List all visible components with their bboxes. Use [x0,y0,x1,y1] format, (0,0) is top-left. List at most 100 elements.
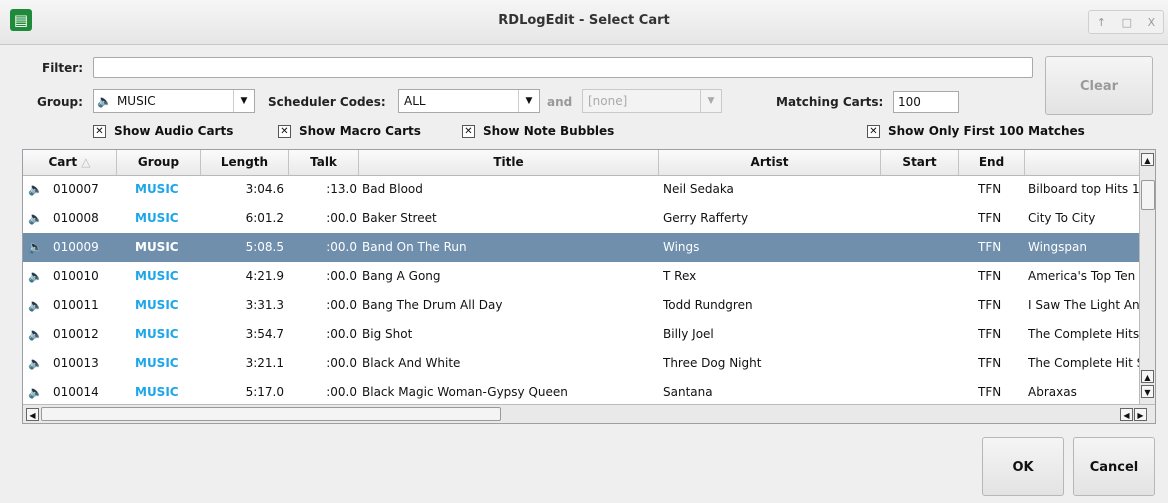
cell-artist: Billy Joel [663,327,714,341]
table-row[interactable]: 🔈 010008 MUSIC 6:01.2:00.0 Baker Street Gerry… [23,204,1139,233]
show-audio-carts-label: Show Audio Carts [114,124,234,138]
speaker-icon: 🔈 [28,385,43,399]
table-row[interactable]: 🔈 010013 MUSIC 3:21.1:00.0 Black And White Th… [23,349,1139,378]
show-note-bubbles-checkbox[interactable]: ✕ Show Note Bubbles [462,124,614,138]
col-group[interactable]: Group [117,150,201,175]
cell-end: TFN [978,269,1002,283]
cell-start [883,378,957,407]
group-select[interactable]: 🔈 MUSIC ▼ [93,89,255,113]
cell-end: TFN [978,182,1002,196]
cell-cart: 010014 [53,385,99,399]
cell-talk: :00.0 [326,327,357,341]
clear-button[interactable]: Clear [1045,56,1153,115]
cell-artist: Neil Sedaka [663,182,734,196]
cell-title: Black Magic Woman-Gypsy Queen [362,385,568,399]
show-audio-carts-checkbox[interactable]: ✕ Show Audio Carts [93,124,233,138]
cell-cart: 010010 [53,269,99,283]
cell-talk: :13.0 [326,182,357,196]
cell-group: MUSIC [135,269,179,283]
checkbox-checked-icon: ✕ [462,124,475,138]
table-row[interactable]: 🔈 010012 MUSIC 3:54.7:00.0 Big Shot Billy Joe… [23,320,1139,349]
scroll-left-icon[interactable]: ◀ [1120,408,1133,421]
vertical-scroll-thumb[interactable] [1141,180,1155,210]
chevron-down-icon: ▼ [700,90,721,112]
table-header: Cart △ Group Length Talk Title Artist St… [23,150,1139,176]
cell-group: MUSIC [135,298,179,312]
matching-carts-field[interactable]: 100 [893,91,959,113]
horizontal-scrollbar[interactable]: ◀ ◀ ▶ [23,404,1155,423]
cell-group: MUSIC [135,327,179,341]
cell-cart: 010009 [53,240,99,254]
cell-title: Bang A Gong [362,269,441,283]
cell-title: Black And White [362,356,461,370]
col-cart[interactable]: Cart △ [23,150,117,175]
cell-length: 5:17.0 [245,385,284,399]
cell-group: MUSIC [135,356,179,370]
col-album[interactable] [1025,150,1139,175]
table-row[interactable]: 🔈 010009 MUSIC 5:08.5:00.0 Band On The Run Wi… [23,233,1139,262]
speaker-icon: 🔈 [28,182,43,196]
scroll-right-icon[interactable]: ▶ [1134,408,1147,421]
cart-table[interactable]: Cart △ Group Length Talk Title Artist St… [22,149,1156,424]
cell-artist: T Rex [663,269,697,283]
ok-button[interactable]: OK [982,437,1064,496]
checkbox-checked-icon: ✕ [278,124,291,138]
col-artist[interactable]: Artist [659,150,881,175]
col-talk[interactable]: Talk [289,150,359,175]
cell-album: America's Top Ten [1028,269,1136,283]
show-note-bubbles-label: Show Note Bubbles [483,124,615,138]
cell-start [883,320,957,349]
table-row[interactable]: 🔈 010014 MUSIC 5:17.0 :00.0 Black Magic Woman… [23,378,1139,407]
and-label: and [547,95,573,109]
col-start[interactable]: Start [881,150,959,175]
cancel-button[interactable]: Cancel [1073,437,1155,496]
table-row[interactable]: 🔈 010010 MUSIC 4:21.9:00.0 Bang A Gong T Rex T… [23,262,1139,291]
cell-talk: :00.0 [326,298,357,312]
maximize-icon[interactable]: ↑ [1097,16,1106,29]
group-value: MUSIC [116,94,156,108]
scheduler-codes-select[interactable]: ALL ▼ [398,89,540,113]
cell-start [883,233,957,262]
scroll-left-icon[interactable]: ◀ [26,408,39,421]
speaker-icon: 🔈 [28,211,43,225]
close-icon[interactable]: X [1148,16,1156,29]
col-cart-label: Cart [48,155,78,169]
col-length[interactable]: Length [201,150,289,175]
cell-talk: :00.0 [326,385,357,399]
vertical-scrollbar[interactable]: ▲ ▲ ▼ [1139,150,1155,404]
show-first-100-checkbox[interactable]: ✕ Show Only First 100 Matches [867,124,1085,138]
title-bar: ▤ RDLogEdit - Select Cart ↑ □ X [0,0,1168,45]
restore-icon[interactable]: □ [1122,16,1132,29]
cell-album: The Complete Hit S [1028,356,1139,370]
col-end[interactable]: End [959,150,1025,175]
show-macro-carts-checkbox[interactable]: ✕ Show Macro Carts [278,124,421,138]
cell-cart: 010013 [53,356,99,370]
horizontal-scroll-thumb[interactable] [41,407,501,421]
cell-talk: :00.0 [326,269,357,283]
cell-start [883,204,957,233]
window-title: RDLogEdit - Select Cart [498,13,670,28]
cell-end: TFN [978,356,1002,370]
cell-length: 4:21.9 [245,269,284,283]
cell-group: MUSIC [135,385,179,399]
speaker-icon: 🔈 [28,240,43,254]
second-scheduler-code-value: [none] [588,94,628,108]
cell-length: 3:21.1 [245,356,284,370]
cell-album: City To City [1028,211,1096,225]
checkbox-checked-icon: ✕ [93,124,106,138]
col-title[interactable]: Title [359,150,659,175]
scroll-up-icon[interactable]: ▲ [1141,153,1154,166]
cell-length: 6:01.2 [245,211,284,225]
cell-group: MUSIC [135,211,179,225]
filter-input[interactable] [93,57,1033,78]
scroll-up-icon[interactable]: ▲ [1141,370,1154,383]
speaker-icon: 🔈 [28,327,43,341]
cell-length: 3:04.6 [245,182,284,196]
window-controls: ↑ □ X [1088,10,1164,34]
cell-start [883,175,957,204]
table-row[interactable]: 🔈 010011 MUSIC 3:31.3:00.0 Bang The Drum All… [23,291,1139,320]
table-row[interactable]: 🔈 010007 MUSIC 3:04.6:13.0 Bad Blood Neil Sed… [23,175,1139,204]
scheduler-codes-label: Scheduler Codes: [268,95,386,109]
scroll-down-icon[interactable]: ▼ [1141,385,1154,398]
second-scheduler-code-select: [none] ▼ [582,89,722,113]
